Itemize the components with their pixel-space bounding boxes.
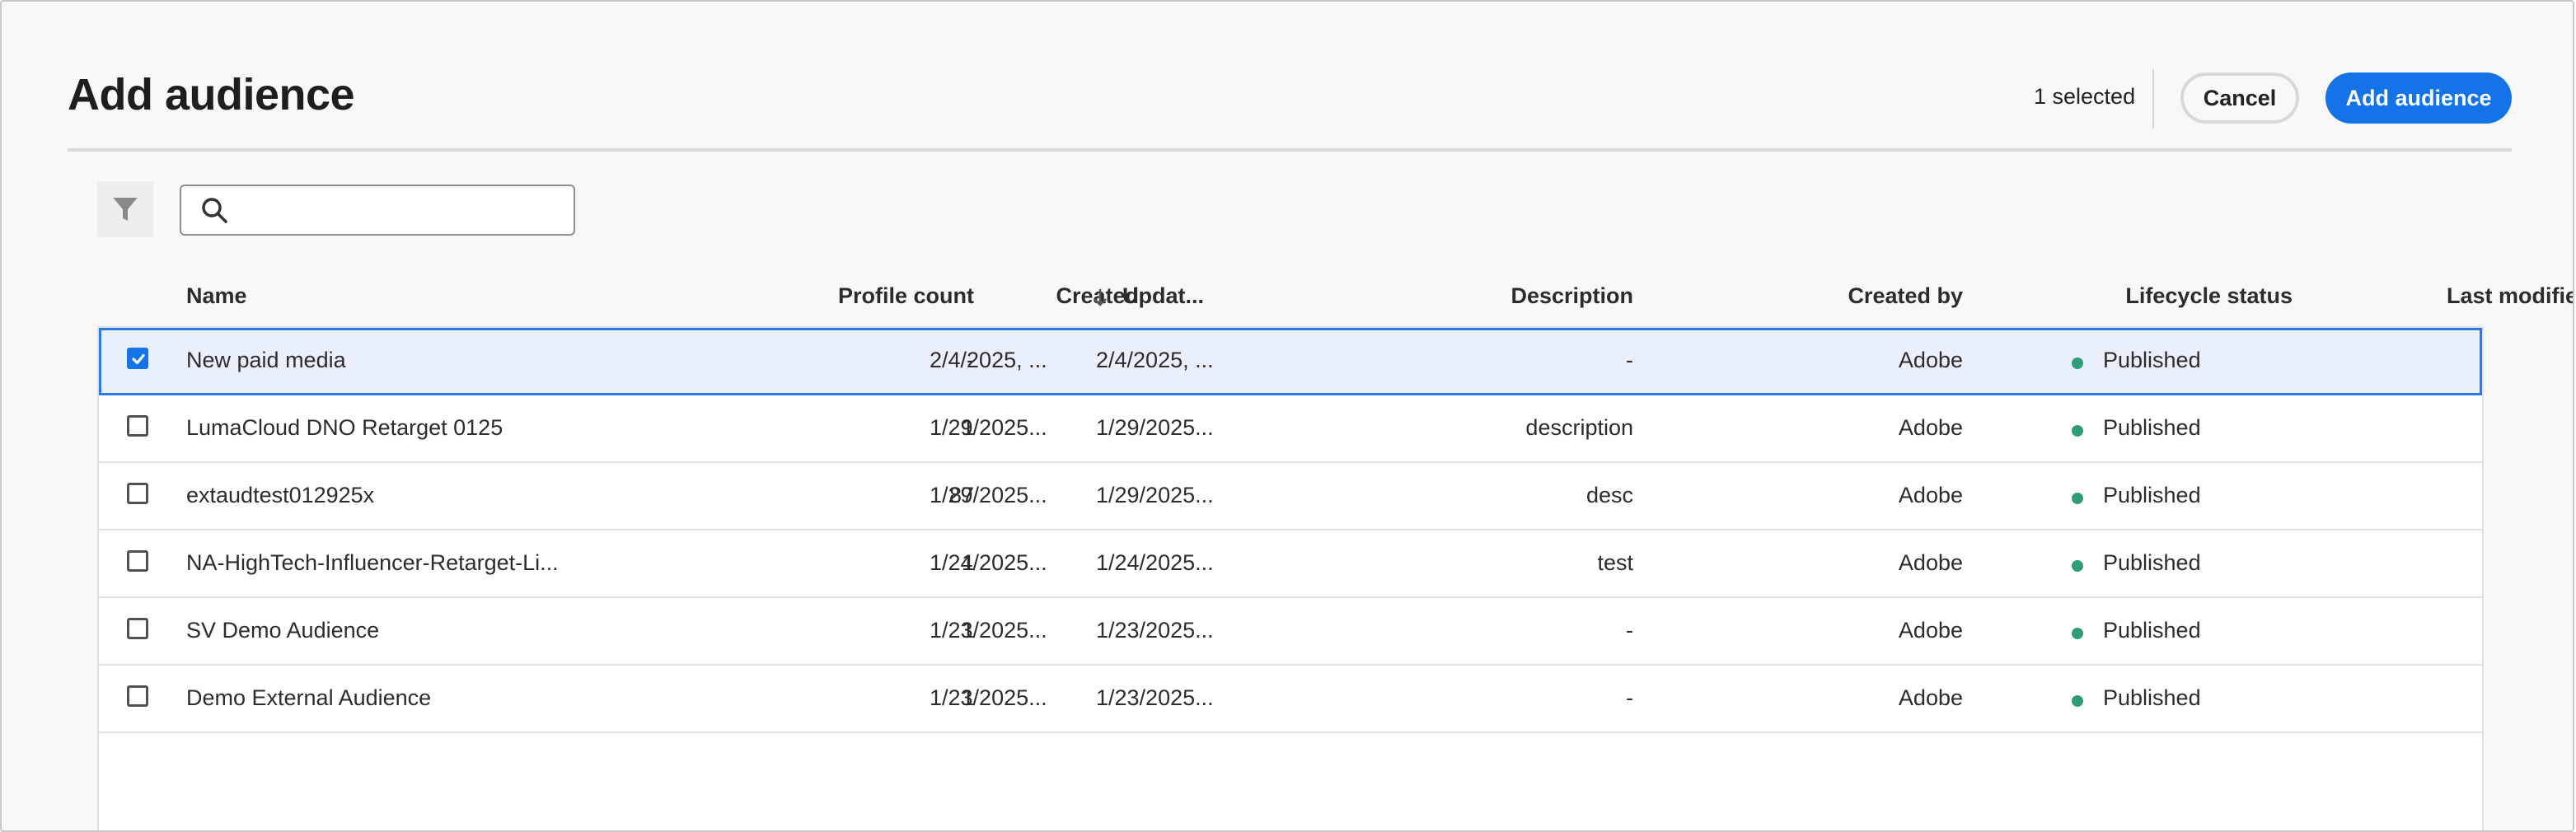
dialog-title: Add audience bbox=[68, 70, 355, 119]
table-row[interactable]: LumaCloud DNO Retarget 0125 1 1/29/2025...… bbox=[99, 395, 2482, 463]
column-header-lifecycle-status[interactable]: Lifecycle status bbox=[1963, 283, 2293, 309]
status-dot-icon bbox=[2072, 425, 2083, 437]
table-header: Name Profile count Created Updat... Desc… bbox=[97, 273, 2573, 320]
filter-button[interactable] bbox=[97, 181, 153, 237]
cell-created-by: Adobe bbox=[1898, 550, 1963, 575]
cell-description: - bbox=[1626, 618, 1633, 643]
cell-description: description bbox=[1525, 415, 1633, 440]
cell-created-by: Adobe bbox=[1898, 415, 1963, 440]
cell-updated: 2/4/2025, ... bbox=[1096, 348, 1214, 372]
row-checkbox[interactable] bbox=[127, 348, 148, 369]
row-checkbox[interactable] bbox=[127, 685, 148, 707]
table-row[interactable]: extaudtest012925x 87 1/29/2025... 1/29/2025… bbox=[99, 463, 2482, 531]
column-header-last-modified[interactable]: Last modifie bbox=[2293, 283, 2573, 309]
search-input[interactable] bbox=[237, 185, 574, 235]
arrow-down-icon[interactable] bbox=[1091, 287, 1109, 308]
status-dot-icon bbox=[2072, 493, 2083, 504]
column-header-created-by[interactable]: Created by bbox=[1633, 283, 1963, 309]
cell-lifecycle-status: Published bbox=[2103, 483, 2201, 507]
cell-created-by: Adobe bbox=[1898, 348, 1963, 372]
cell-created-by: Adobe bbox=[1898, 618, 1963, 643]
cell-updated: 1/29/2025... bbox=[1096, 415, 1214, 440]
table-row[interactable]: New paid media - 2/4/2025, ... 2/4/2025, ..… bbox=[99, 328, 2482, 395]
cell-lifecycle-status: Published bbox=[2103, 348, 2201, 372]
audience-table-body: New paid media - 2/4/2025, ... 2/4/2025, ..… bbox=[97, 326, 2484, 830]
cancel-button[interactable]: Cancel bbox=[2180, 72, 2299, 124]
cell-created: 1/29/2025... bbox=[930, 415, 1047, 440]
row-checkbox[interactable] bbox=[127, 618, 148, 639]
add-audience-dialog: Add audience 1 selected Cancel Add audie… bbox=[0, 0, 2574, 832]
header-separator bbox=[68, 148, 2512, 152]
cell-lifecycle-status: Published bbox=[2103, 618, 2201, 643]
row-checkbox[interactable] bbox=[127, 483, 148, 504]
cell-updated: 1/24/2025... bbox=[1096, 550, 1214, 575]
status-dot-icon bbox=[2072, 358, 2083, 369]
cell-updated: 1/29/2025... bbox=[1096, 483, 1214, 507]
cell-name[interactable]: New paid media bbox=[186, 348, 346, 373]
cell-description: - bbox=[1626, 348, 1633, 372]
column-header-description[interactable]: Description bbox=[1304, 283, 1633, 309]
column-header-name[interactable]: Name bbox=[186, 283, 247, 309]
cell-description: desc bbox=[1585, 483, 1633, 507]
cell-created-by: Adobe bbox=[1898, 483, 1963, 507]
column-header-created[interactable]: Created bbox=[974, 283, 1139, 309]
cell-name[interactable]: LumaCloud DNO Retarget 0125 bbox=[186, 415, 503, 441]
cell-created: 1/24/2025... bbox=[930, 550, 1047, 575]
cell-lifecycle-status: Published bbox=[2103, 685, 2201, 710]
add-audience-button[interactable]: Add audience bbox=[2325, 72, 2512, 124]
cell-description: - bbox=[1626, 685, 1633, 710]
cell-created: 2/4/2025, ... bbox=[930, 348, 1047, 372]
table-row[interactable]: SV Demo Audience 1 1/23/2025... 1/23/2025..… bbox=[99, 598, 2482, 666]
cell-name[interactable]: extaudtest012925x bbox=[186, 483, 374, 508]
row-checkbox[interactable] bbox=[127, 550, 148, 572]
cell-lifecycle-status: Published bbox=[2103, 550, 2201, 575]
table-row[interactable]: Demo External Audience 1 1/23/2025... 1/23/… bbox=[99, 666, 2482, 733]
cell-created-by: Adobe bbox=[1898, 685, 1963, 710]
cell-updated: 1/23/2025... bbox=[1096, 685, 1214, 710]
table-row[interactable]: NA-HighTech-Influencer-Retarget-Li... 1 1/… bbox=[99, 531, 2482, 598]
selected-count: 1 selected bbox=[2034, 84, 2136, 109]
checkmark-icon bbox=[132, 353, 145, 365]
cell-name[interactable]: NA-HighTech-Influencer-Retarget-Li... bbox=[186, 550, 559, 576]
cell-description: test bbox=[1597, 550, 1633, 575]
column-header-updated[interactable]: Updat... bbox=[1122, 283, 1204, 309]
row-checkbox[interactable] bbox=[127, 415, 148, 437]
filter-icon bbox=[113, 198, 138, 221]
status-dot-icon bbox=[2072, 628, 2083, 639]
column-header-profile-count[interactable]: Profile count bbox=[710, 283, 974, 309]
cell-updated: 1/23/2025... bbox=[1096, 618, 1214, 643]
search-field[interactable] bbox=[180, 185, 575, 236]
cell-created: 1/23/2025... bbox=[930, 685, 1047, 710]
search-icon bbox=[202, 198, 227, 223]
cell-lifecycle-status: Published bbox=[2103, 415, 2201, 440]
cell-created: 1/29/2025... bbox=[930, 483, 1047, 507]
header-divider bbox=[2152, 69, 2154, 129]
status-dot-icon bbox=[2072, 695, 2083, 707]
cell-name[interactable]: SV Demo Audience bbox=[186, 618, 379, 643]
cell-created: 1/23/2025... bbox=[930, 618, 1047, 643]
cell-name[interactable]: Demo External Audience bbox=[186, 685, 431, 711]
status-dot-icon bbox=[2072, 560, 2083, 572]
